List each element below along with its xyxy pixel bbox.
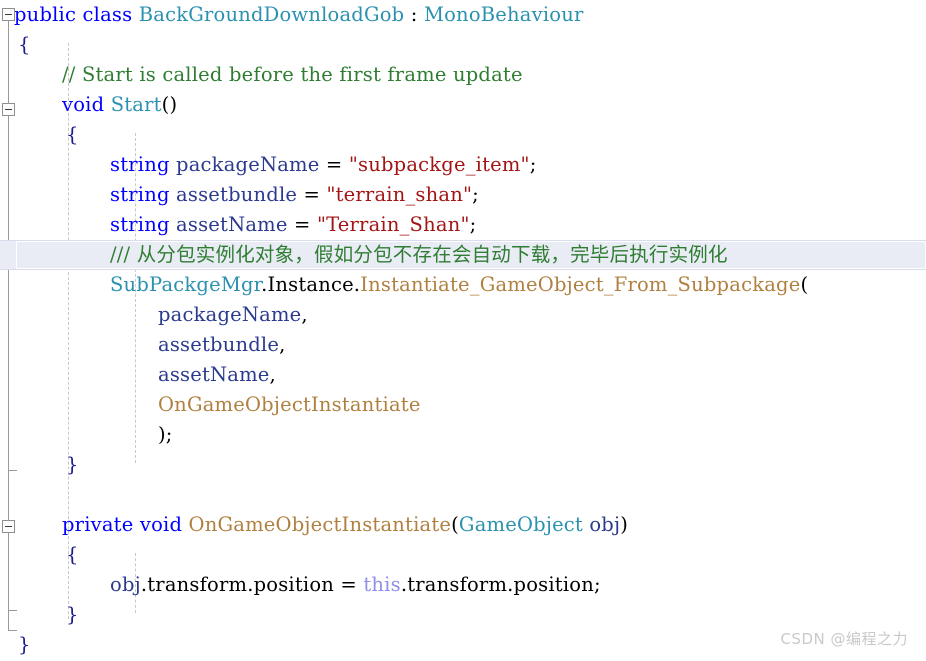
code-editor[interactable]: public class BackGroundDownloadGob : Mon… — [0, 0, 926, 661]
method-start-parens: () — [161, 93, 178, 116]
argument-callback-ongameobjectinstantiate: OnGameObjectInstantiate — [158, 393, 421, 416]
variable-assetname: assetName — [176, 213, 288, 236]
assign-operator-4: = — [334, 573, 364, 596]
member-transform-position-left: .transform.position — [140, 573, 335, 596]
keyword-string-2: string — [110, 183, 177, 206]
collapse-toggle-class[interactable] — [2, 8, 15, 21]
inheritance-colon: : — [404, 3, 424, 26]
member-transform-position-right: .transform.position — [400, 573, 594, 596]
argument-packagename: packageName — [158, 303, 302, 326]
code-line-18[interactable]: private void OnGameObjectInstantiate(Gam… — [0, 510, 926, 540]
string-literal-terrain-shan: "terrain_shan" — [326, 183, 473, 206]
identifier-obj: obj — [110, 573, 141, 596]
collapse-toggle-start-method[interactable] — [2, 103, 15, 116]
type-monobehaviour: MonoBehaviour — [423, 3, 584, 26]
argument-assetname: assetName — [158, 363, 270, 386]
code-line-21[interactable]: } — [0, 600, 926, 630]
code-line-7[interactable]: string assetbundle = "terrain_shan"; — [0, 180, 926, 210]
method-start: Start — [110, 93, 162, 116]
assign-operator-1: = — [319, 153, 349, 176]
variable-assetbundle: assetbundle — [176, 183, 298, 206]
brace-class-close: } — [18, 633, 31, 656]
semicolon-2: ; — [472, 183, 479, 206]
assign-operator-2: = — [297, 183, 327, 206]
semicolon-3: ; — [469, 213, 477, 236]
code-line-6[interactable]: string packageName = "subpackge_item"; — [0, 150, 926, 180]
code-content[interactable]: public class BackGroundDownloadGob : Mon… — [0, 0, 926, 661]
keyword-private-void: private void — [62, 513, 189, 536]
code-line-14[interactable]: OnGameObjectInstantiate — [0, 390, 926, 420]
assign-operator-3: = — [287, 213, 317, 236]
semicolon-4: ; — [593, 573, 601, 596]
code-line-4[interactable]: void Start() — [0, 90, 926, 120]
code-line-20[interactable]: obj.transform.position = this.transform.… — [0, 570, 926, 600]
keyword-void: void — [62, 93, 111, 116]
method-ongameobjectinstantiate-decl: OnGameObjectInstantiate — [188, 513, 452, 536]
code-line-15[interactable]: ); — [0, 420, 926, 450]
member-access-instance: .Instance. — [261, 273, 361, 296]
param-type-gameobject: GameObject — [458, 513, 583, 536]
string-literal-subpackge-item: "subpackge_item" — [348, 153, 530, 176]
open-paren-call: ( — [800, 273, 809, 296]
brace-start-close: } — [66, 453, 79, 476]
param-name-obj: obj — [582, 513, 621, 536]
keyword-public-class: public class — [14, 3, 139, 26]
comment-start-description: // Start is called before the first fram… — [62, 63, 523, 86]
brace-callback-open: { — [66, 543, 79, 566]
type-backgrounddownloadgob: BackGroundDownloadGob — [138, 3, 405, 26]
code-line-11[interactable]: packageName, — [0, 300, 926, 330]
close-paren-semicolon: ); — [158, 423, 173, 446]
semicolon-1: ; — [529, 153, 537, 176]
code-line-9-highlighted[interactable]: /// 从分包实例化对象，假如分包不存在会自动下载，完毕后执行实例化 — [0, 240, 926, 270]
code-line-8[interactable]: string assetName = "Terrain_Shan"; — [0, 210, 926, 240]
brace-class-open: { — [18, 33, 31, 56]
keyword-string-3: string — [110, 213, 177, 236]
code-line-17-blank[interactable] — [0, 480, 926, 510]
argument-assetbundle: assetbundle — [158, 333, 280, 356]
collapse-toggle-callback-method[interactable] — [2, 520, 15, 533]
code-line-19[interactable]: { — [0, 540, 926, 570]
comma-2: , — [279, 333, 286, 356]
comma-3: , — [269, 363, 276, 386]
code-line-5[interactable]: { — [0, 120, 926, 150]
code-line-12[interactable]: assetbundle, — [0, 330, 926, 360]
string-literal-terrain-shan-asset: "Terrain_Shan" — [316, 213, 470, 236]
code-line-13[interactable]: assetName, — [0, 360, 926, 390]
code-line-3[interactable]: // Start is called before the first fram… — [0, 60, 926, 90]
code-line-2[interactable]: { — [0, 30, 926, 60]
type-subpackgemgr: SubPackgeMgr — [110, 273, 262, 296]
code-line-10[interactable]: SubPackgeMgr.Instance.Instantiate_GameOb… — [0, 270, 926, 300]
close-paren-decl: ) — [620, 513, 629, 536]
comma-1: , — [301, 303, 308, 326]
brace-start-open: { — [66, 123, 79, 146]
open-paren-decl: ( — [451, 513, 459, 536]
csdn-watermark: CSDN @编程之力 — [780, 630, 908, 648]
brace-callback-close: } — [66, 603, 79, 626]
code-line-16[interactable]: } — [0, 450, 926, 480]
keyword-this: this — [363, 573, 401, 596]
method-instantiate-gameobject-from-subpackage: Instantiate_GameObject_From_Subpackage — [360, 273, 801, 296]
code-line-1[interactable]: public class BackGroundDownloadGob : Mon… — [0, 0, 926, 30]
keyword-string-1: string — [110, 153, 177, 176]
doc-comment-chinese: /// 从分包实例化对象，假如分包不存在会自动下载，完毕后执行实例化 — [110, 243, 728, 266]
variable-packagename: packageName — [176, 153, 320, 176]
